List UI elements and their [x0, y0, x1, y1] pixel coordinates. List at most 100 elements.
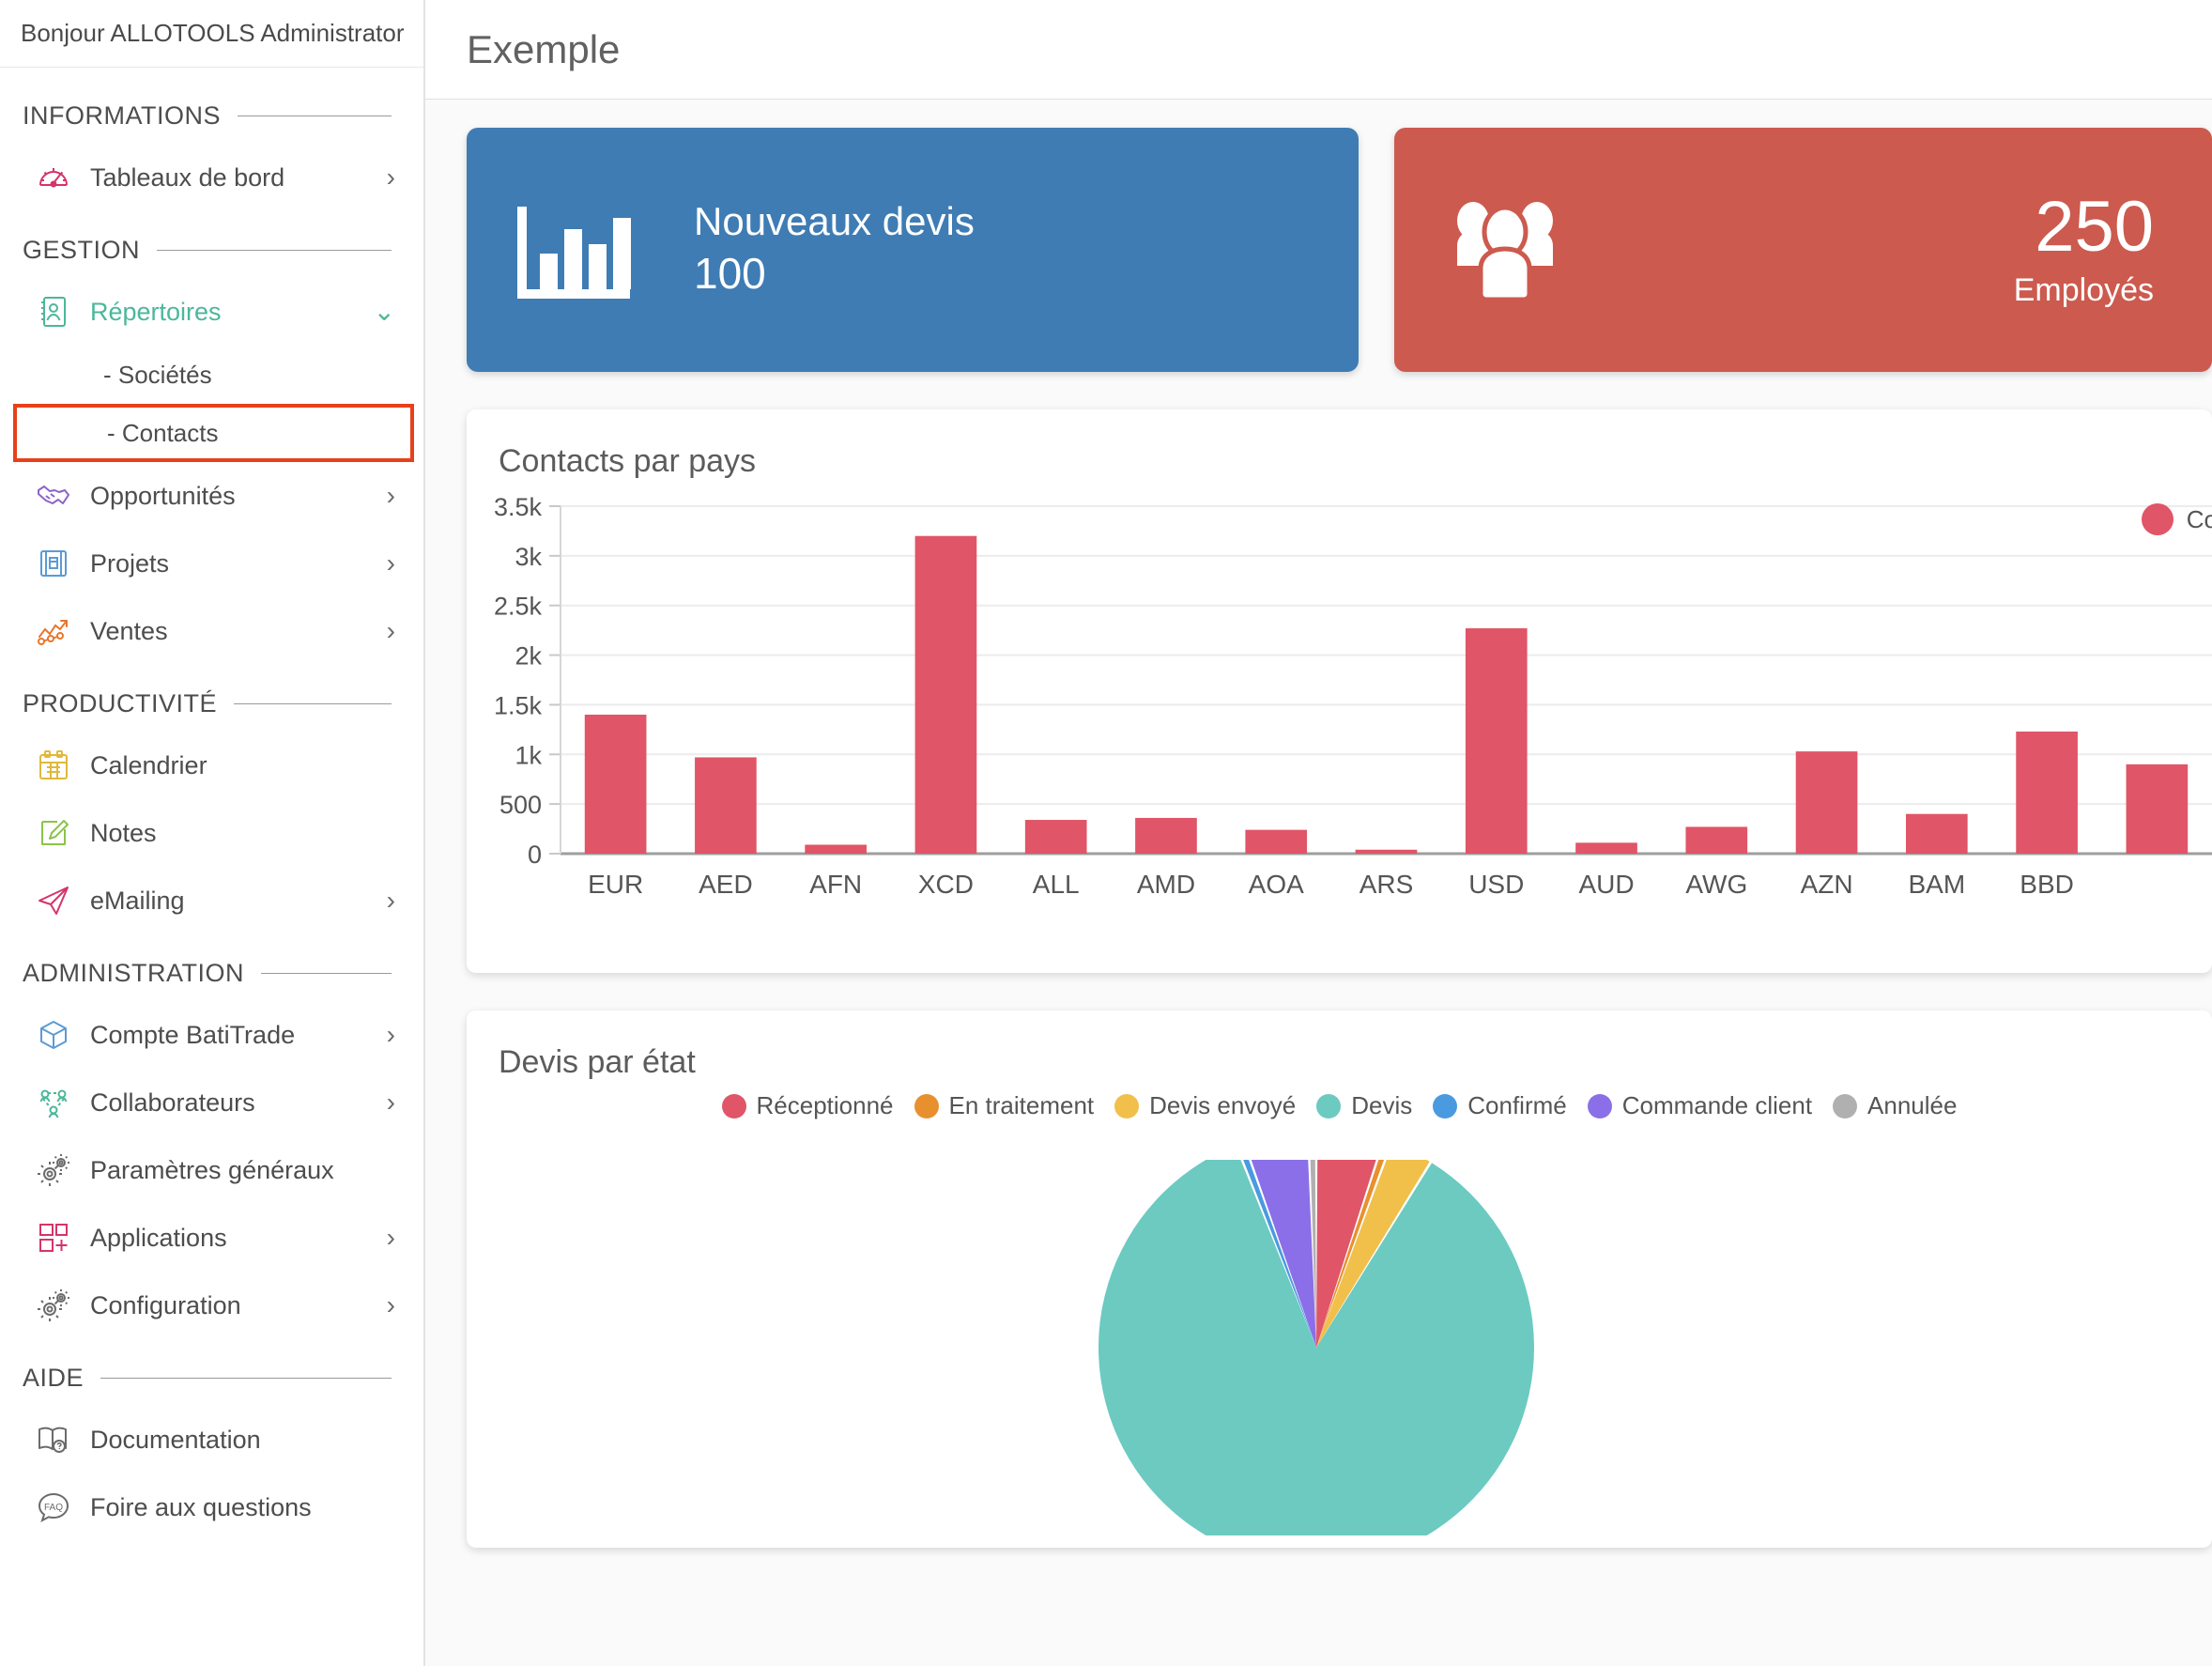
legend-label: En traitement [948, 1091, 1095, 1119]
sidebar-item-label: Documentation [90, 1425, 261, 1454]
legend-swatch [1433, 1093, 1458, 1118]
sidebar-item-label: Configuration [90, 1290, 241, 1319]
book-help-icon [32, 1418, 75, 1461]
sidebar-item-label: eMailing [90, 886, 185, 915]
chevron-right-icon: › [386, 1290, 395, 1319]
section-divider [100, 1378, 392, 1379]
blueprint-icon [32, 542, 75, 585]
chevron-right-icon: › [386, 1020, 395, 1049]
sidebar-item-foire-aux-questions[interactable]: FAQ Foire aux questions [0, 1473, 423, 1541]
bar-chart-icon [512, 190, 653, 310]
legend-swatch [1587, 1093, 1612, 1118]
sidebar-section-aide: AIDE [0, 1339, 423, 1406]
sidebar-item-label: Répertoires [90, 297, 222, 326]
paper-plane-icon [32, 879, 75, 922]
sidebar-subitem-contacts[interactable]: - Contacts [13, 404, 414, 462]
legend-swatch [914, 1093, 939, 1118]
sidebar-item-label: Tableaux de bord [90, 162, 285, 192]
trend-up-icon [32, 609, 75, 653]
legend-label: Réceptionné [756, 1091, 894, 1119]
legend-item[interactable]: Devis envoyé [1114, 1091, 1296, 1120]
section-label: ADMINISTRATION [23, 959, 244, 987]
sidebar-item-label: Paramètres généraux [90, 1155, 334, 1184]
chevron-down-icon: ⌄ [373, 297, 395, 326]
topbar: Exemple [425, 0, 2212, 100]
sidebar-item-calendrier[interactable]: Calendrier [0, 732, 423, 799]
kpi-text: 250 Employés [2014, 190, 2154, 310]
sidebar-item-parametres-generaux[interactable]: Paramètres généraux [0, 1136, 423, 1204]
sidebar-item-emailing[interactable]: eMailing › [0, 867, 423, 934]
legend-swatch [1114, 1093, 1140, 1118]
sidebar-item-configuration[interactable]: Configuration › [0, 1272, 423, 1339]
legend-item[interactable]: En traitement [914, 1091, 1095, 1120]
sidebar-item-opportunites[interactable]: Opportunités › [0, 462, 423, 530]
sidebar-nav: INFORMATIONS Tableaux de bord › GESTION [0, 68, 423, 1541]
users-group-icon [1439, 193, 1571, 306]
svg-text:AMD: AMD [1137, 870, 1195, 899]
section-label: INFORMATIONS [23, 101, 221, 130]
svg-text:EUR: EUR [588, 870, 643, 899]
page-title: Exemple [467, 26, 621, 71]
kpi-card-employes[interactable]: 250 Employés [1394, 128, 2212, 372]
legend-item[interactable]: Commande client [1587, 1091, 1812, 1120]
bar-chart-canvas: 0 500 1k 1.5k 2k 2.5k 3k 3.5k EUR AED AFN XCD ALL AMD… [494, 497, 2212, 899]
gears-icon [32, 1284, 75, 1327]
sidebar-item-label: Opportunités [90, 481, 236, 510]
sidebar-item-compte-batitrade[interactable]: Compte BatiTrade › [0, 1001, 423, 1069]
kpi-text: Nouveaux devis 100 [694, 197, 975, 302]
chevron-right-icon: › [386, 616, 395, 645]
svg-text:BBD: BBD [2020, 870, 2074, 899]
sidebar-section-informations: INFORMATIONS [0, 77, 423, 144]
legend-label: Co [2186, 504, 2212, 533]
sidebar-item-label: Notes [90, 818, 157, 847]
sidebar-item-label: Calendrier [90, 750, 207, 779]
sidebar-item-projets[interactable]: Projets › [0, 530, 423, 597]
pie-chart-legend[interactable]: Réceptionné En traitement Devis envoyé Devi… [467, 1091, 2212, 1120]
pie-chart-canvas [1098, 1160, 1534, 1535]
main-content: Exemple Nouveaux devis 100 250 Employés … [425, 0, 2212, 1666]
sidebar: Bonjour ALLOTOOLS Administrator INFORMAT… [0, 0, 425, 1666]
legend-label: Devis [1351, 1091, 1413, 1119]
sidebar-item-label: Compte BatiTrade [90, 1020, 296, 1049]
svg-text:AED: AED [699, 870, 753, 899]
legend-label: Annulée [1867, 1091, 1958, 1119]
panel-title: Devis par état [499, 1044, 696, 1080]
sidebar-item-label: Applications [90, 1223, 227, 1252]
svg-text:1k: 1k [515, 741, 542, 769]
legend-label: Confirmé [1467, 1091, 1567, 1119]
section-divider [234, 703, 392, 704]
sidebar-item-notes[interactable]: Notes [0, 799, 423, 867]
legend-item[interactable]: Confirmé [1433, 1091, 1567, 1120]
chevron-right-icon: › [386, 481, 395, 510]
sidebar-section-productivite: PRODUCTIVITÉ [0, 665, 423, 732]
gears-icon [32, 1149, 75, 1192]
legend-item[interactable]: Annulée [1833, 1091, 1957, 1120]
sidebar-item-repertoires[interactable]: Répertoires ⌄ [0, 278, 423, 346]
sidebar-subitem-societes[interactable]: - Sociétés [0, 346, 423, 404]
svg-text:XCD: XCD [918, 870, 974, 899]
kpi-label: Nouveaux devis [694, 198, 975, 243]
sidebar-item-tableaux-de-bord[interactable]: Tableaux de bord › [0, 144, 423, 211]
sidebar-item-collaborateurs[interactable]: Collaborateurs › [0, 1069, 423, 1136]
svg-text:2.5k: 2.5k [494, 593, 543, 621]
sidebar-item-documentation[interactable]: Documentation [0, 1406, 423, 1473]
svg-text:AZN: AZN [1801, 870, 1853, 899]
bar-chart-legend[interactable]: Co [2141, 503, 2212, 535]
svg-text:3.5k: 3.5k [494, 497, 543, 521]
address-book-icon [32, 290, 75, 333]
legend-swatch [1833, 1093, 1858, 1118]
sidebar-item-applications[interactable]: Applications › [0, 1204, 423, 1272]
sidebar-item-ventes[interactable]: Ventes › [0, 597, 423, 665]
chevron-right-icon: › [386, 548, 395, 578]
svg-text:AOA: AOA [1249, 870, 1304, 899]
legend-swatch [2141, 503, 2174, 535]
kpi-label: Employés [2013, 271, 2154, 308]
svg-text:BAM: BAM [1908, 870, 1965, 899]
kpi-card-nouveaux-devis[interactable]: Nouveaux devis 100 [467, 128, 1359, 372]
legend-item[interactable]: Réceptionné [721, 1091, 894, 1120]
section-divider [157, 250, 392, 251]
section-label: GESTION [23, 236, 141, 264]
panel-title: Contacts par pays [499, 443, 757, 479]
sidebar-section-gestion: GESTION [0, 211, 423, 278]
legend-item[interactable]: Devis [1316, 1091, 1412, 1120]
